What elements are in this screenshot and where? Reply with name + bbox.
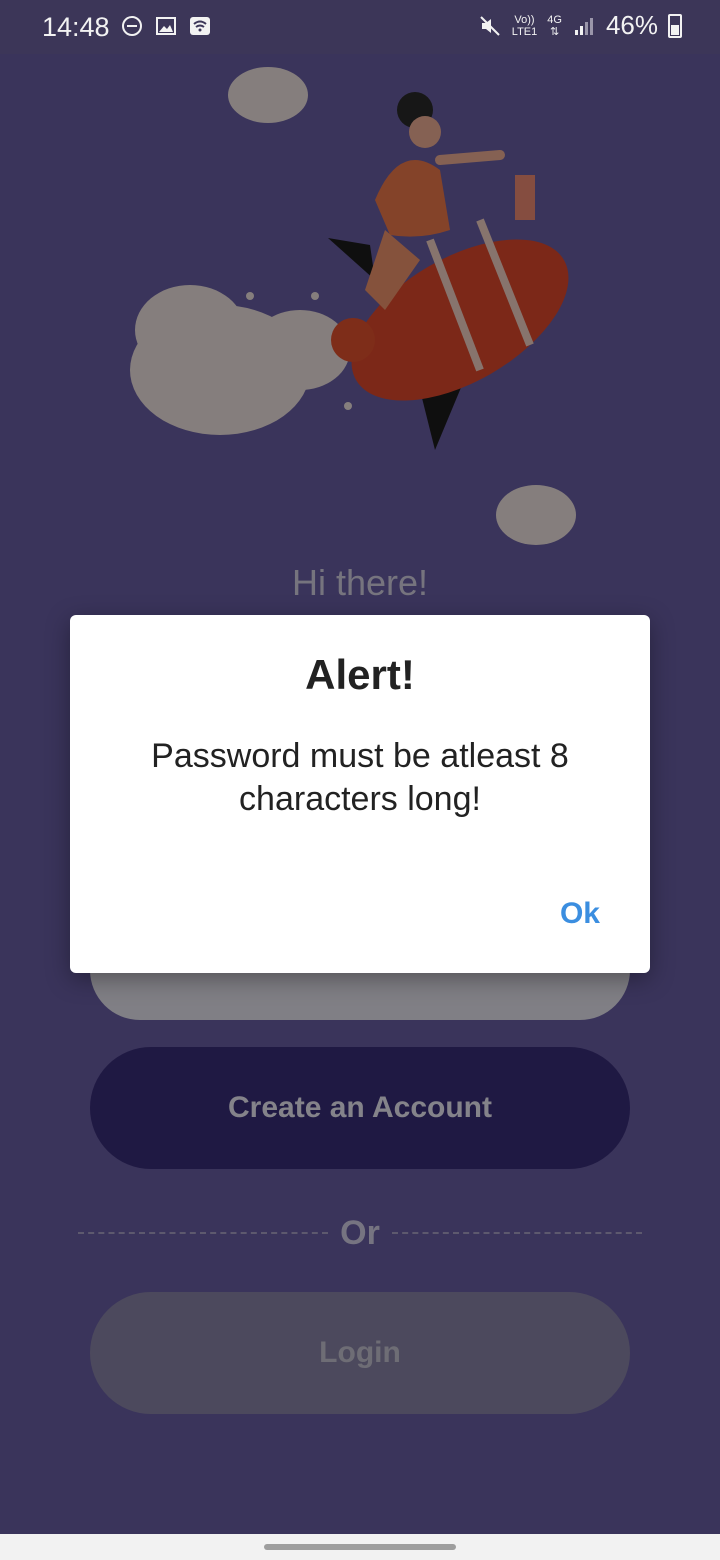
navigation-bar [0,1534,720,1560]
status-time: 14:48 [42,12,110,42]
battery-icon [668,13,682,38]
volte-indicator: Vo)) LTE1 [511,13,538,38]
battery-percent: 46% [605,10,658,40]
home-gesture-handle[interactable] [264,1544,456,1550]
mute-icon [480,15,500,36]
signal-icon [574,17,593,35]
image-icon [156,17,176,35]
dnd-icon [122,16,142,36]
network-indicator: 4G ⇅ [547,13,562,38]
dialog-message: Password must be atleast 8 characters lo… [151,737,569,818]
dialog-title: Alert! [305,651,415,698]
wifi-icon [190,17,210,35]
alert-dialog: Alert! Password must be atleast 8 charac… [70,615,650,973]
ok-button[interactable]: Ok [560,897,600,931]
status-bar: 14:48 Vo)) LTE1 4G ⇅ 46% [0,0,720,54]
